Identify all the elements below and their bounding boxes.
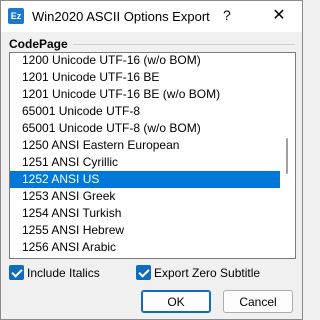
codepage-list-item[interactable]: 1257 ANSI Baltic: [10, 256, 280, 258]
cancel-button[interactable]: Cancel: [223, 290, 293, 313]
include-italics-label: Include Italics: [27, 266, 100, 280]
group-divider: [73, 44, 295, 45]
help-button[interactable]: ?: [223, 7, 231, 23]
codepage-list-item[interactable]: 1201 Unicode UTF-16 BE (w/o BOM): [10, 86, 280, 103]
export-options-dialog: Ez Win2020 ASCII Options Export ? ✕ Code…: [0, 0, 303, 320]
codepage-list-item[interactable]: 1254 ANSI Turkish: [10, 205, 280, 222]
ok-button[interactable]: OK: [141, 290, 211, 313]
checkbox-checked-icon[interactable]: [9, 265, 24, 280]
codepage-list-item[interactable]: 65001 Unicode UTF-8: [10, 103, 280, 120]
checkbox-checked-icon[interactable]: [136, 265, 151, 280]
codepage-list-item[interactable]: 1252 ANSI US: [10, 171, 280, 188]
codepage-list-item[interactable]: 1200 Unicode UTF-16 (w/o BOM): [10, 53, 280, 69]
codepage-list-item[interactable]: 1201 Unicode UTF-16 BE: [10, 69, 280, 86]
close-icon[interactable]: ✕: [264, 4, 294, 28]
codepage-list-item[interactable]: 1255 ANSI Hebrew: [10, 222, 280, 239]
codepage-group-label: CodePage: [9, 37, 68, 51]
codepage-list-item[interactable]: 65001 Unicode UTF-8 (w/o BOM): [10, 120, 280, 137]
codepage-list-item[interactable]: 1251 ANSI Cyrillic: [10, 154, 280, 171]
codepage-list: 1200 Unicode UTF-16 (w/o BOM) 1201 Unicod…: [10, 53, 280, 258]
codepage-list-item[interactable]: 1253 ANSI Greek: [10, 188, 280, 205]
title-bar: Ez Win2020 ASCII Options Export ? ✕: [1, 1, 302, 32]
export-zero-subtitle-label: Export Zero Subtitle: [154, 266, 261, 280]
app-icon: Ez: [8, 8, 24, 24]
listbox-scrollbar[interactable]: [280, 53, 295, 258]
scrollbar-thumb[interactable]: [286, 138, 288, 174]
codepage-listbox[interactable]: 1200 Unicode UTF-16 (w/o BOM) 1201 Unicod…: [9, 52, 296, 259]
codepage-list-item[interactable]: 1250 ANSI Eastern European: [10, 137, 280, 154]
window-title: Win2020 ASCII Options Export: [32, 9, 210, 24]
codepage-list-item[interactable]: 1256 ANSI Arabic: [10, 239, 280, 256]
